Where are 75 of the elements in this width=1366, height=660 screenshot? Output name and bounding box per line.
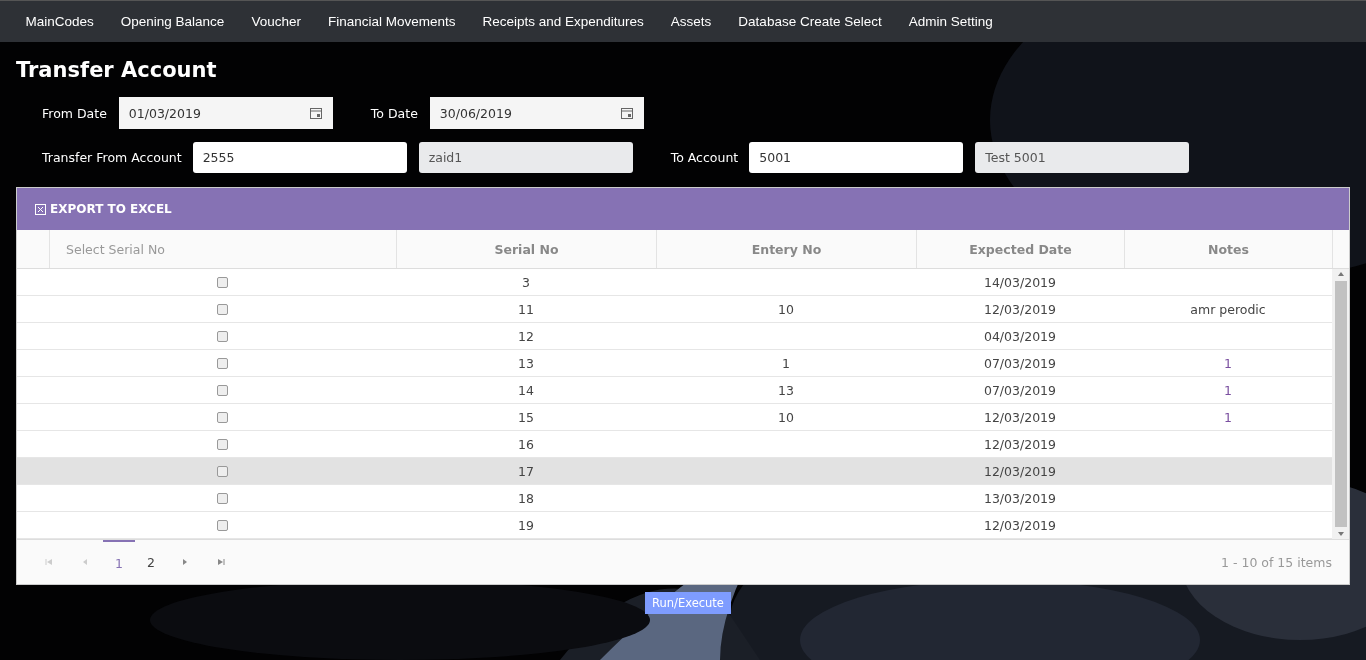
table-cell: 3	[522, 274, 530, 290]
field-label: From Date	[42, 105, 107, 121]
table-cell: 1	[782, 355, 790, 371]
table-cell: 10	[778, 409, 794, 425]
calendar-icon[interactable]	[619, 106, 634, 120]
table-cell: 12/03/2019	[983, 436, 1056, 452]
checkbox[interactable]	[217, 357, 228, 369]
table-cell: 11	[518, 301, 534, 317]
last-page-icon[interactable]	[215, 556, 227, 568]
nav-menu-item[interactable]: Assets	[657, 14, 725, 29]
table-cell: 07/03/2019	[983, 355, 1056, 371]
table-cell: 13/03/2019	[983, 490, 1056, 506]
table-row[interactable]: 13 1 07/03/2019 1	[17, 350, 1332, 377]
field-label: To Date	[370, 105, 418, 121]
nav-menu-item[interactable]: Admin Setting	[895, 14, 1007, 29]
excel-icon	[35, 203, 46, 215]
table-cell: 12	[518, 328, 534, 344]
table-cell: 1	[1224, 355, 1232, 371]
nav-menu-item[interactable]: Database Create Select	[724, 14, 896, 29]
field-label: Transfer From Account	[42, 150, 182, 165]
scrollbar[interactable]	[1332, 269, 1349, 539]
pager-info: 1 - 10 of 15 items	[1221, 554, 1332, 570]
nav-menu-item[interactable]: Financial Movements	[314, 14, 469, 29]
table-cell: 04/03/2019	[983, 328, 1056, 344]
date-field[interactable]: 01/03/2019	[118, 97, 333, 129]
input-field[interactable]: 2555	[192, 142, 407, 173]
nav-menu-item[interactable]: Voucher	[237, 14, 315, 29]
checkbox[interactable]	[217, 519, 228, 531]
table-row[interactable]: 3 14/03/2019	[17, 269, 1332, 296]
nav-menu-item[interactable]: Opening Balance	[107, 14, 238, 29]
name-field[interactable]: Test 5001	[975, 142, 1190, 173]
checkbox[interactable]	[217, 303, 228, 315]
checkbox[interactable]	[217, 438, 228, 450]
nav-menu-item[interactable]: Receipts and Expenditures	[469, 14, 658, 29]
table-row[interactable]: 18 13/03/2019	[17, 485, 1332, 512]
table-cell: 15	[518, 409, 534, 425]
field-label: To Account	[670, 150, 739, 165]
table-cell: 14/03/2019	[983, 274, 1056, 290]
table-cell: 1	[1224, 382, 1232, 398]
page-button[interactable]: 1	[103, 540, 135, 584]
table-cell: 13	[778, 382, 794, 398]
table-row[interactable]: 11 10 12/03/2019 amr perodic	[17, 296, 1332, 323]
table-cell: 07/03/2019	[983, 382, 1056, 398]
table-row[interactable]: 15 10 12/03/2019 1	[17, 404, 1332, 431]
table-cell: 18	[518, 490, 534, 506]
checkbox[interactable]	[217, 411, 228, 423]
table-cell: 14	[518, 382, 534, 398]
checkbox[interactable]	[217, 465, 228, 477]
nav-menu-item[interactable]: MainCodes	[12, 14, 108, 29]
table-cell: 12/03/2019	[983, 409, 1056, 425]
name-field[interactable]: zaid1	[418, 142, 633, 173]
table-row[interactable]: 14 13 07/03/2019 1	[17, 377, 1332, 404]
calendar-icon[interactable]	[308, 106, 323, 120]
checkbox[interactable]	[217, 276, 228, 288]
table-cell: 12/03/2019	[983, 463, 1056, 479]
table-cell: 17	[518, 463, 534, 479]
table-cell: 13	[518, 355, 534, 371]
checkbox[interactable]	[217, 384, 228, 396]
page-button[interactable]: 2	[135, 540, 167, 584]
first-page-icon[interactable]	[43, 556, 55, 568]
table-cell: 10	[778, 301, 794, 317]
page-title: Transfer Account	[16, 58, 218, 84]
table-cell: 19	[518, 517, 534, 533]
date-field[interactable]: 30/06/2019	[429, 97, 644, 129]
table-cell: 12/03/2019	[983, 301, 1056, 317]
checkbox[interactable]	[217, 492, 228, 504]
table-cell: amr perodic	[1190, 301, 1266, 317]
table-cell: 16	[518, 436, 534, 452]
table-row[interactable]: 12 04/03/2019	[17, 323, 1332, 350]
input-field[interactable]: 5001	[749, 142, 964, 173]
table-cell: 12/03/2019	[983, 517, 1056, 533]
table-row[interactable]: 17 12/03/2019	[17, 458, 1332, 485]
export-button[interactable]: EXPORT TO EXCEL	[35, 202, 172, 216]
table-cell: 1	[1224, 409, 1232, 425]
checkbox[interactable]	[217, 330, 228, 342]
